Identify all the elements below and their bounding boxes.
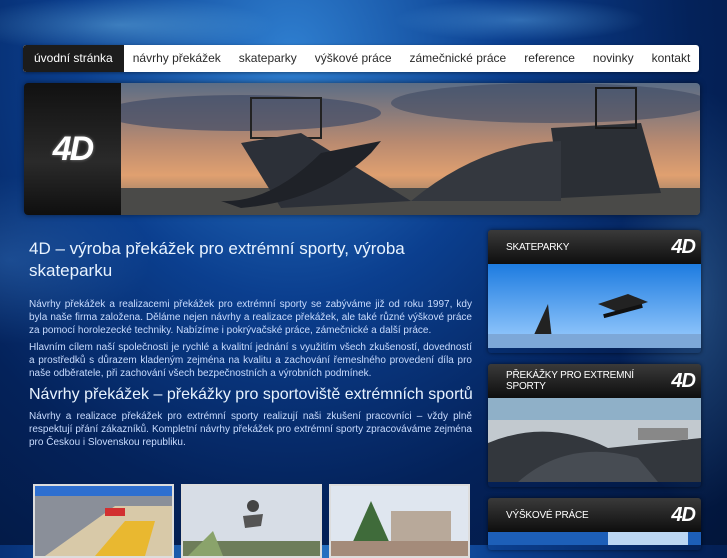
nav-item-skateparks[interactable]: skateparky — [230, 45, 306, 72]
nav-item-locksmith-works[interactable]: zámečnické práce — [401, 45, 516, 72]
gallery-photo-indoor-ramp[interactable] — [33, 484, 174, 558]
nav-item-news[interactable]: novinky — [584, 45, 643, 72]
sidebar-card-skateparks[interactable]: SKATEPARKY 4D — [488, 230, 701, 353]
header-banner: 4D — [24, 83, 700, 215]
card-title: VÝŠKOVÉ PRÁCE — [506, 509, 589, 521]
card-logo: 4D — [671, 503, 696, 526]
card-logo: 4D — [671, 369, 696, 392]
nav-item-obstacle-designs[interactable]: návrhy překážek — [124, 45, 230, 72]
card-photo — [488, 264, 701, 348]
sidebar-card-extreme-obstacles[interactable]: PŘEKÁŽKY PRO EXTREMNÍ SPORTY 4D — [488, 364, 701, 487]
nav-item-contact[interactable]: kontakt — [643, 45, 699, 72]
gallery-photo-outdoor-park[interactable] — [329, 484, 470, 558]
card-title: SKATEPARKY — [506, 241, 570, 253]
skatepark-banner-photo — [121, 83, 700, 215]
intro-paragraph: Návrhy překážek a realizacemi překážek p… — [29, 299, 472, 336]
designs-paragraph: Návrhy a realizace překážek pro extrémní… — [29, 411, 472, 448]
card-photo — [488, 532, 701, 545]
nav-item-height-works[interactable]: výškové práce — [306, 45, 401, 72]
company-logo[interactable]: 4D — [24, 83, 121, 215]
goals-paragraph: Hlavním cílem naší společnosti je rychlé… — [29, 342, 472, 379]
main-content: 4D – výroba překážek pro extrémní sporty… — [29, 238, 473, 453]
card-photo — [488, 398, 701, 482]
nav-item-home[interactable]: úvodní stránka — [23, 45, 124, 72]
card-title: PŘEKÁŽKY PRO EXTREMNÍ SPORTY — [506, 370, 634, 392]
logo-text: 4D — [52, 129, 94, 168]
nav-item-references[interactable]: reference — [515, 45, 584, 72]
page-title: 4D – výroba překážek pro extrémní sporty… — [29, 239, 405, 280]
sidebar-card-height-works[interactable]: VÝŠKOVÉ PRÁCE 4D — [488, 498, 701, 550]
main-navigation: úvodní stránka návrhy překážek skatepark… — [23, 45, 699, 72]
gallery-photo-skater-jump[interactable] — [181, 484, 322, 558]
card-logo: 4D — [671, 235, 696, 258]
gallery-thumbnails — [33, 484, 470, 558]
section-subtitle: Návrhy překážek – překážky pro sportoviš… — [29, 386, 473, 403]
